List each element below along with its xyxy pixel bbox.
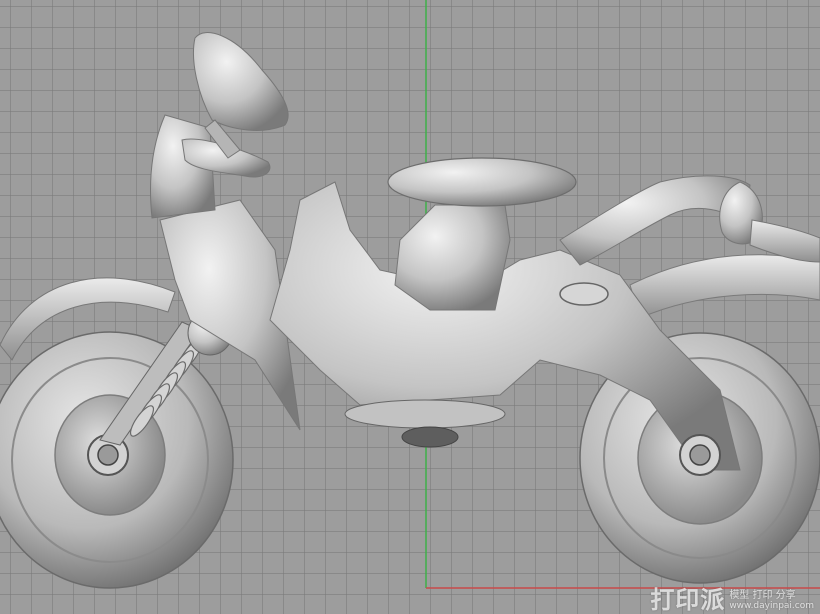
watermark-text: 模型 打印 分享 www.dayinpai.com [729, 590, 814, 612]
tank-cap [559, 282, 609, 306]
engine-base [344, 399, 506, 429]
watermark-tagline: 模型 打印 分享 [729, 590, 796, 601]
seat [387, 157, 577, 207]
seat-post [394, 204, 511, 311]
3d-viewport[interactable]: 打印派 模型 打印 分享 www.dayinpai.com [0, 0, 820, 614]
front-wheel [0, 331, 234, 589]
mirror [193, 32, 289, 131]
viewport-canvas[interactable] [0, 0, 820, 614]
watermark: 打印派 模型 打印 分享 www.dayinpai.com [650, 588, 814, 612]
watermark-url: www.dayinpai.com [729, 601, 814, 611]
rear-fender [629, 254, 820, 319]
motorcycle-model[interactable] [0, 32, 820, 589]
watermark-logo: 打印派 [650, 586, 726, 614]
